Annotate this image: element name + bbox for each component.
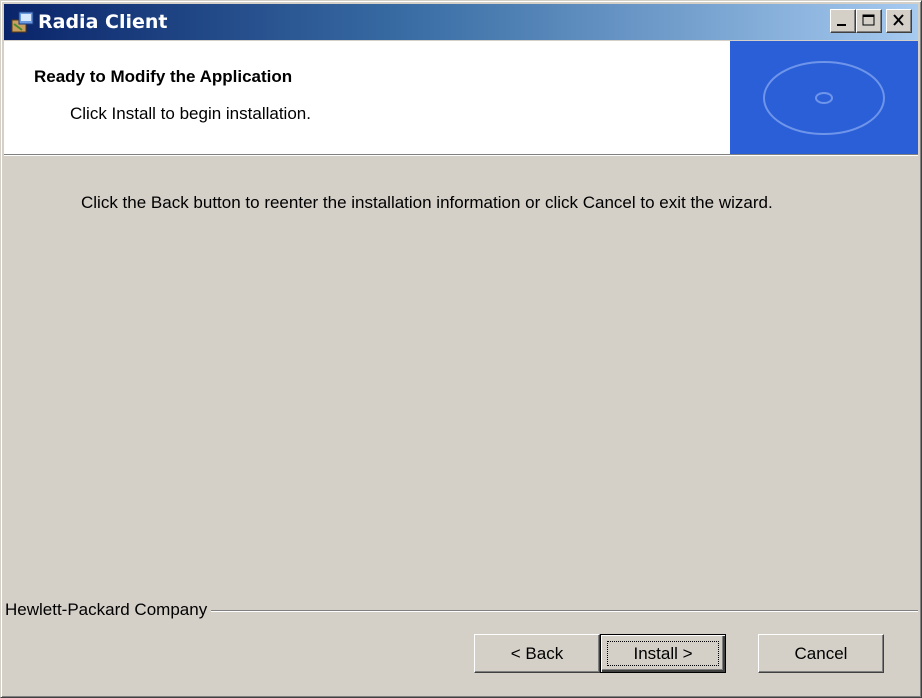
install-button-label: Install > xyxy=(633,643,693,663)
minimize-icon xyxy=(837,24,846,26)
header-banner xyxy=(730,41,918,154)
instructions-text: Click the Back button to reenter the ins… xyxy=(81,193,773,212)
installer-window: Radia Client Ready to Modify the Applica… xyxy=(0,0,922,698)
close-button[interactable] xyxy=(886,9,912,33)
back-button-label: < Back xyxy=(510,643,564,663)
maximize-button[interactable] xyxy=(856,9,882,33)
installer-app-icon xyxy=(10,10,36,34)
company-label: Hewlett-Packard Company xyxy=(5,600,212,620)
install-button[interactable]: Install > xyxy=(600,634,726,673)
cancel-button-label: Cancel xyxy=(794,643,848,663)
page-title: Ready to Modify the Application xyxy=(34,67,293,86)
header-separator-highlight xyxy=(4,155,918,156)
window-title: Radia Client xyxy=(38,11,168,33)
close-icon xyxy=(893,14,904,26)
header-panel: Ready to Modify the Application Click In… xyxy=(4,41,918,154)
minimize-button[interactable] xyxy=(830,9,856,33)
maximize-icon xyxy=(862,14,875,26)
cancel-button[interactable]: Cancel xyxy=(758,634,884,673)
back-button[interactable]: < Back xyxy=(474,634,600,673)
page-subtitle: Click Install to begin installation. xyxy=(70,104,311,123)
title-bar[interactable]: Radia Client xyxy=(4,4,918,40)
cd-disc-icon xyxy=(763,61,885,135)
